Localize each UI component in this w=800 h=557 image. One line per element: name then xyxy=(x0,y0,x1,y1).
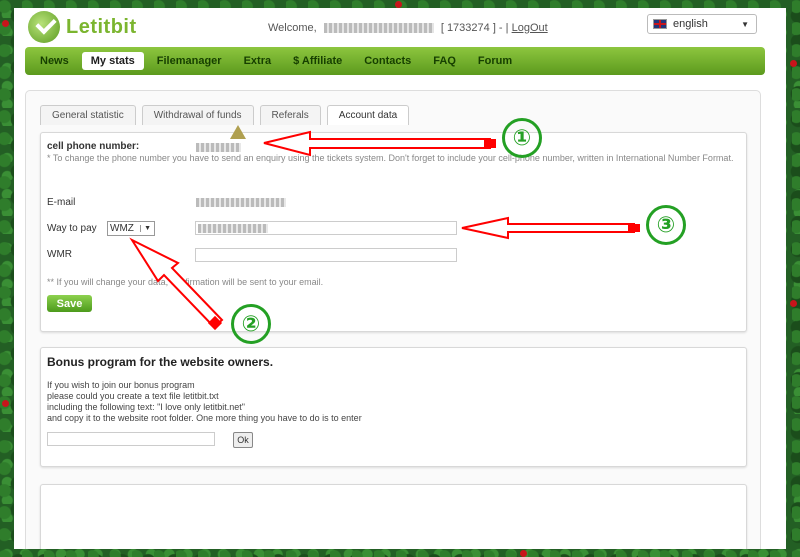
language-selected: english xyxy=(673,18,708,30)
tab-withdrawal-of-funds[interactable]: Withdrawal of funds xyxy=(141,105,254,125)
wmz-wallet-input[interactable] xyxy=(195,221,457,235)
berry-decoration xyxy=(790,60,797,67)
berry-decoration xyxy=(520,550,527,557)
bonus-title: Bonus program for the website owners. xyxy=(47,355,274,369)
nav-news[interactable]: News xyxy=(31,52,78,70)
logout-link[interactable]: LogOut xyxy=(512,22,548,34)
logo-text: Letitbit xyxy=(66,15,137,38)
logo-check-icon xyxy=(28,11,60,43)
tab-general-statistic[interactable]: General statistic xyxy=(40,105,136,125)
phone-label: cell phone number: xyxy=(47,141,140,152)
uk-flag-icon xyxy=(653,19,667,29)
account-data-panel: cell phone number: * To change the phone… xyxy=(40,132,747,332)
nav-faq[interactable]: FAQ xyxy=(424,52,465,70)
berry-decoration xyxy=(2,20,9,27)
phone-note: * To change the phone number you have to… xyxy=(47,153,734,163)
bonus-line: and copy it to the website root folder. … xyxy=(47,413,362,423)
bonus-line: If you wish to join our bonus program xyxy=(47,380,195,390)
berry-decoration xyxy=(2,400,9,407)
site-logo[interactable]: Letitbit xyxy=(28,10,137,44)
way-to-pay-select[interactable]: WMZ ▼ xyxy=(107,221,155,236)
content-area: General statistic Withdrawal of funds Re… xyxy=(25,90,761,549)
berry-decoration xyxy=(395,1,402,8)
separator: | xyxy=(505,22,509,34)
bonus-text: If you wish to join our bonus program pl… xyxy=(47,380,362,424)
bonus-program-panel: Bonus program for the website owners. If… xyxy=(40,347,747,467)
stats-tabs: General statistic Withdrawal of funds Re… xyxy=(40,105,410,125)
welcome-text: Welcome, xyxy=(268,22,317,34)
nav-affiliate[interactable]: $ Affiliate xyxy=(284,52,351,70)
wmr-label: WMR xyxy=(47,249,72,260)
nav-my-stats[interactable]: My stats xyxy=(81,52,144,70)
blurred-username xyxy=(323,23,434,34)
nav-filemanager[interactable]: Filemanager xyxy=(148,52,231,70)
blurred-email xyxy=(196,198,286,207)
bonus-line: please could you create a text file leti… xyxy=(47,391,219,401)
berry-decoration xyxy=(790,300,797,307)
chevron-down-icon: ▼ xyxy=(140,225,154,232)
nav-forum[interactable]: Forum xyxy=(469,52,521,70)
nav-extra[interactable]: Extra xyxy=(235,52,281,70)
welcome-bar: Welcome, [ 1733274 ] - | LogOut xyxy=(268,22,548,34)
nav-contacts[interactable]: Contacts xyxy=(355,52,420,70)
empty-panel xyxy=(40,484,747,549)
bonus-line: including the following text: "I love on… xyxy=(47,402,245,412)
language-select[interactable]: english ▼ xyxy=(647,14,757,34)
bonus-site-input[interactable] xyxy=(47,432,215,446)
page: Letitbit Welcome, [ 1733274 ] - | LogOut… xyxy=(14,8,786,549)
save-button[interactable]: Save xyxy=(47,295,92,312)
main-nav: News My stats Filemanager Extra $ Affili… xyxy=(25,47,765,75)
blurred-wallet xyxy=(198,224,268,233)
way-to-pay-label: Way to pay xyxy=(47,223,97,234)
account-id: [ 1733274 ] - xyxy=(440,22,503,34)
wmr-wallet-input[interactable] xyxy=(195,248,457,262)
blurred-phone xyxy=(196,143,241,152)
chevron-down-icon: ▼ xyxy=(741,19,749,29)
ok-button[interactable]: Ok xyxy=(233,432,253,448)
change-note: ** If you will change your data, confirm… xyxy=(47,277,324,287)
email-label: E-mail xyxy=(47,197,76,208)
way-to-pay-selected: WMZ xyxy=(110,223,134,234)
tab-referals[interactable]: Referals xyxy=(259,105,321,125)
tab-account-data[interactable]: Account data xyxy=(326,105,410,125)
